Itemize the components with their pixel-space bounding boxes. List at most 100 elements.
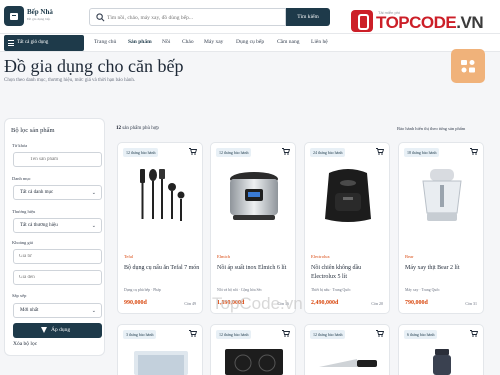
induction-hob-image [225,349,283,375]
cart-icon[interactable] [376,148,384,155]
product-meta: Dụng cụ phủ bếp · Pháp [124,288,161,292]
funnel-icon [41,327,47,333]
store-logo-icon[interactable] [4,6,24,26]
product-name[interactable]: Bộ dụng cụ nấu ăn Tefal 7 món [124,264,200,273]
nav-item-guide[interactable]: Cầm nang [277,39,299,45]
product-brand: Tefal [124,254,134,259]
category-select[interactable]: Tất cả danh mục ⌄ [13,185,102,200]
warranty-badge: 3 tháng bảo hành [123,330,157,339]
cart-icon[interactable] [282,148,290,155]
search-button[interactable]: Tìm kiếm [286,8,330,26]
warranty-badge: 6 tháng bảo hành [404,330,438,339]
warranty-badge: 12 tháng bảo hành [310,330,346,339]
kitchen-icon [10,13,18,20]
thermos-image [433,349,451,375]
main-nav: Tất cả giỏ dụng Trang chủ Sản phẩm Nồi C… [0,34,500,52]
search-icon [96,13,105,22]
sort-select[interactable]: Mới nhất ⌄ [13,303,102,318]
product-card[interactable]: 12 tháng bảo hành [210,324,296,375]
page-title: Đồ gia dụng cho căn bếp [4,56,184,76]
product-price: 790,000đ [405,300,428,306]
meat-grinder-image [422,169,462,221]
product-name[interactable]: Nồi chiên không dầu Electrolux 5 lít [311,264,387,282]
product-card[interactable]: 18 tháng bảo hành Bear Máy xay thịt Bear… [398,142,484,314]
nav-item-contact[interactable]: Liên hệ [311,39,328,45]
brand-select[interactable]: Tất cả thương hiệu ⌄ [13,218,102,233]
chevron-down-icon: ⌄ [91,224,96,229]
search-box [89,8,286,26]
product-name[interactable]: Máy xay thịt Bear 2 lít [405,264,481,273]
warranty-badge: 12 tháng bảo hành [123,148,159,157]
brand-label: Thương hiệu [12,209,36,214]
filter-toggle-button[interactable] [451,49,485,83]
sliders-icon [461,60,475,73]
product-card[interactable]: 12 tháng bảo hành [304,324,390,375]
warranty-badge: 24 tháng bảo hành [310,148,346,157]
product-stock: Còn 49 [184,301,196,306]
cart-icon[interactable] [376,330,384,337]
product-name[interactable]: Nồi áp suất inox Elmich 6 lít [217,264,293,273]
filter-title: Bộ lọc sản phẩm [11,127,55,134]
keyword-field-wrap [5,152,106,167]
product-card[interactable]: 12 tháng bảo hành Elmich Nồi áp suất ino… [210,142,296,314]
product-stock: Còn 31 [465,301,477,306]
product-card[interactable]: 3 tháng bảo hành [117,324,203,375]
nav-item-kitchen-tools[interactable]: Dụng cụ bếp [236,39,264,45]
cart-icon[interactable] [470,148,478,155]
induction-cooker-image [134,351,188,375]
apply-filter-button[interactable]: Áp dụng [13,323,102,338]
warranty-badge: 12 tháng bảo hành [216,148,252,157]
watermark-brand: TOPCODE.VN [376,13,484,32]
warranty-badge: 18 tháng bảo hành [404,148,440,157]
nav-item-pans[interactable]: Chảo [182,39,194,45]
cart-icon[interactable] [470,330,478,337]
product-meta: Nồi và bộ nồi · Cộng hòa Séc [217,288,263,292]
product-brand: Electrolux [311,254,330,259]
keyword-input[interactable] [13,152,102,167]
product-price: 990,000đ [124,300,147,306]
brand-name[interactable]: Bếp Nhà [27,8,53,16]
cart-icon[interactable] [189,330,197,337]
warranty-note: Bảo hành hiển thị theo từng sản phẩm [397,126,466,131]
page-watermark: TopCode.vn [212,294,303,313]
header: Bếp Nhà Đồ gia dụng bếp Tìm kiếm Tải miễ… [0,0,500,34]
nav-item-products[interactable]: Sản phẩm [128,39,152,45]
product-brand: Elmich [217,254,230,259]
knife-image [319,359,377,367]
sort-label: Sắp xếp [12,293,27,298]
product-card[interactable]: 6 tháng bảo hành [398,324,484,375]
clear-filters-link[interactable]: Xóa bộ lọc [13,341,37,347]
product-brand: Bear [405,254,414,259]
category-label: Danh mục [12,176,31,181]
utensils-set-image [140,169,185,221]
warranty-badge: 12 tháng bảo hành [216,330,252,339]
chevron-down-icon: ⌄ [91,191,96,196]
all-categories-button[interactable]: Tất cả giỏ dụng [4,35,84,51]
product-price: 2,490,000đ [311,300,339,306]
nav-item-pots[interactable]: Nồi [162,39,170,45]
chevron-down-icon: ⌄ [91,309,96,314]
nav-item-home[interactable]: Trang chủ [94,39,116,45]
cart-icon[interactable] [282,330,290,337]
cart-icon[interactable] [189,148,197,155]
air-fryer-image [325,169,371,222]
brand-tagline: Đồ gia dụng bếp [27,17,51,21]
keyword-label: Từ khóa [12,143,28,148]
price-from-input[interactable] [13,249,102,264]
pressure-cooker-image [230,172,278,220]
price-to-input[interactable] [13,270,102,285]
page-subtitle: Chọn theo danh mục, thương hiệu, mức giá… [4,78,136,83]
search-input[interactable] [107,12,282,23]
product-card[interactable]: 12 tháng bảo hành Tefal Bộ dụng cụ nấu ă… [117,142,203,314]
price-range-label: Khoảng giá [12,240,33,245]
nav-item-blenders[interactable]: Máy xay [204,39,223,45]
product-stock: Còn 20 [371,301,383,306]
topcode-watermark: Tải miễn phí TOPCODE.VN [351,10,484,32]
product-card[interactable]: 24 tháng bảo hành Electrolux Nồi chiên k… [304,142,390,314]
menu-icon [8,40,14,46]
topcode-logo-icon [351,10,373,32]
result-count: 12 sản phẩm phù hợp [116,126,159,131]
product-meta: Thiết bị nấu · Trung Quốc [311,288,351,292]
product-meta: Máy xay · Trung Quốc [405,288,440,292]
filter-sidebar: Bộ lọc sản phẩm Từ khóa Danh mục Tất cả … [4,118,105,356]
